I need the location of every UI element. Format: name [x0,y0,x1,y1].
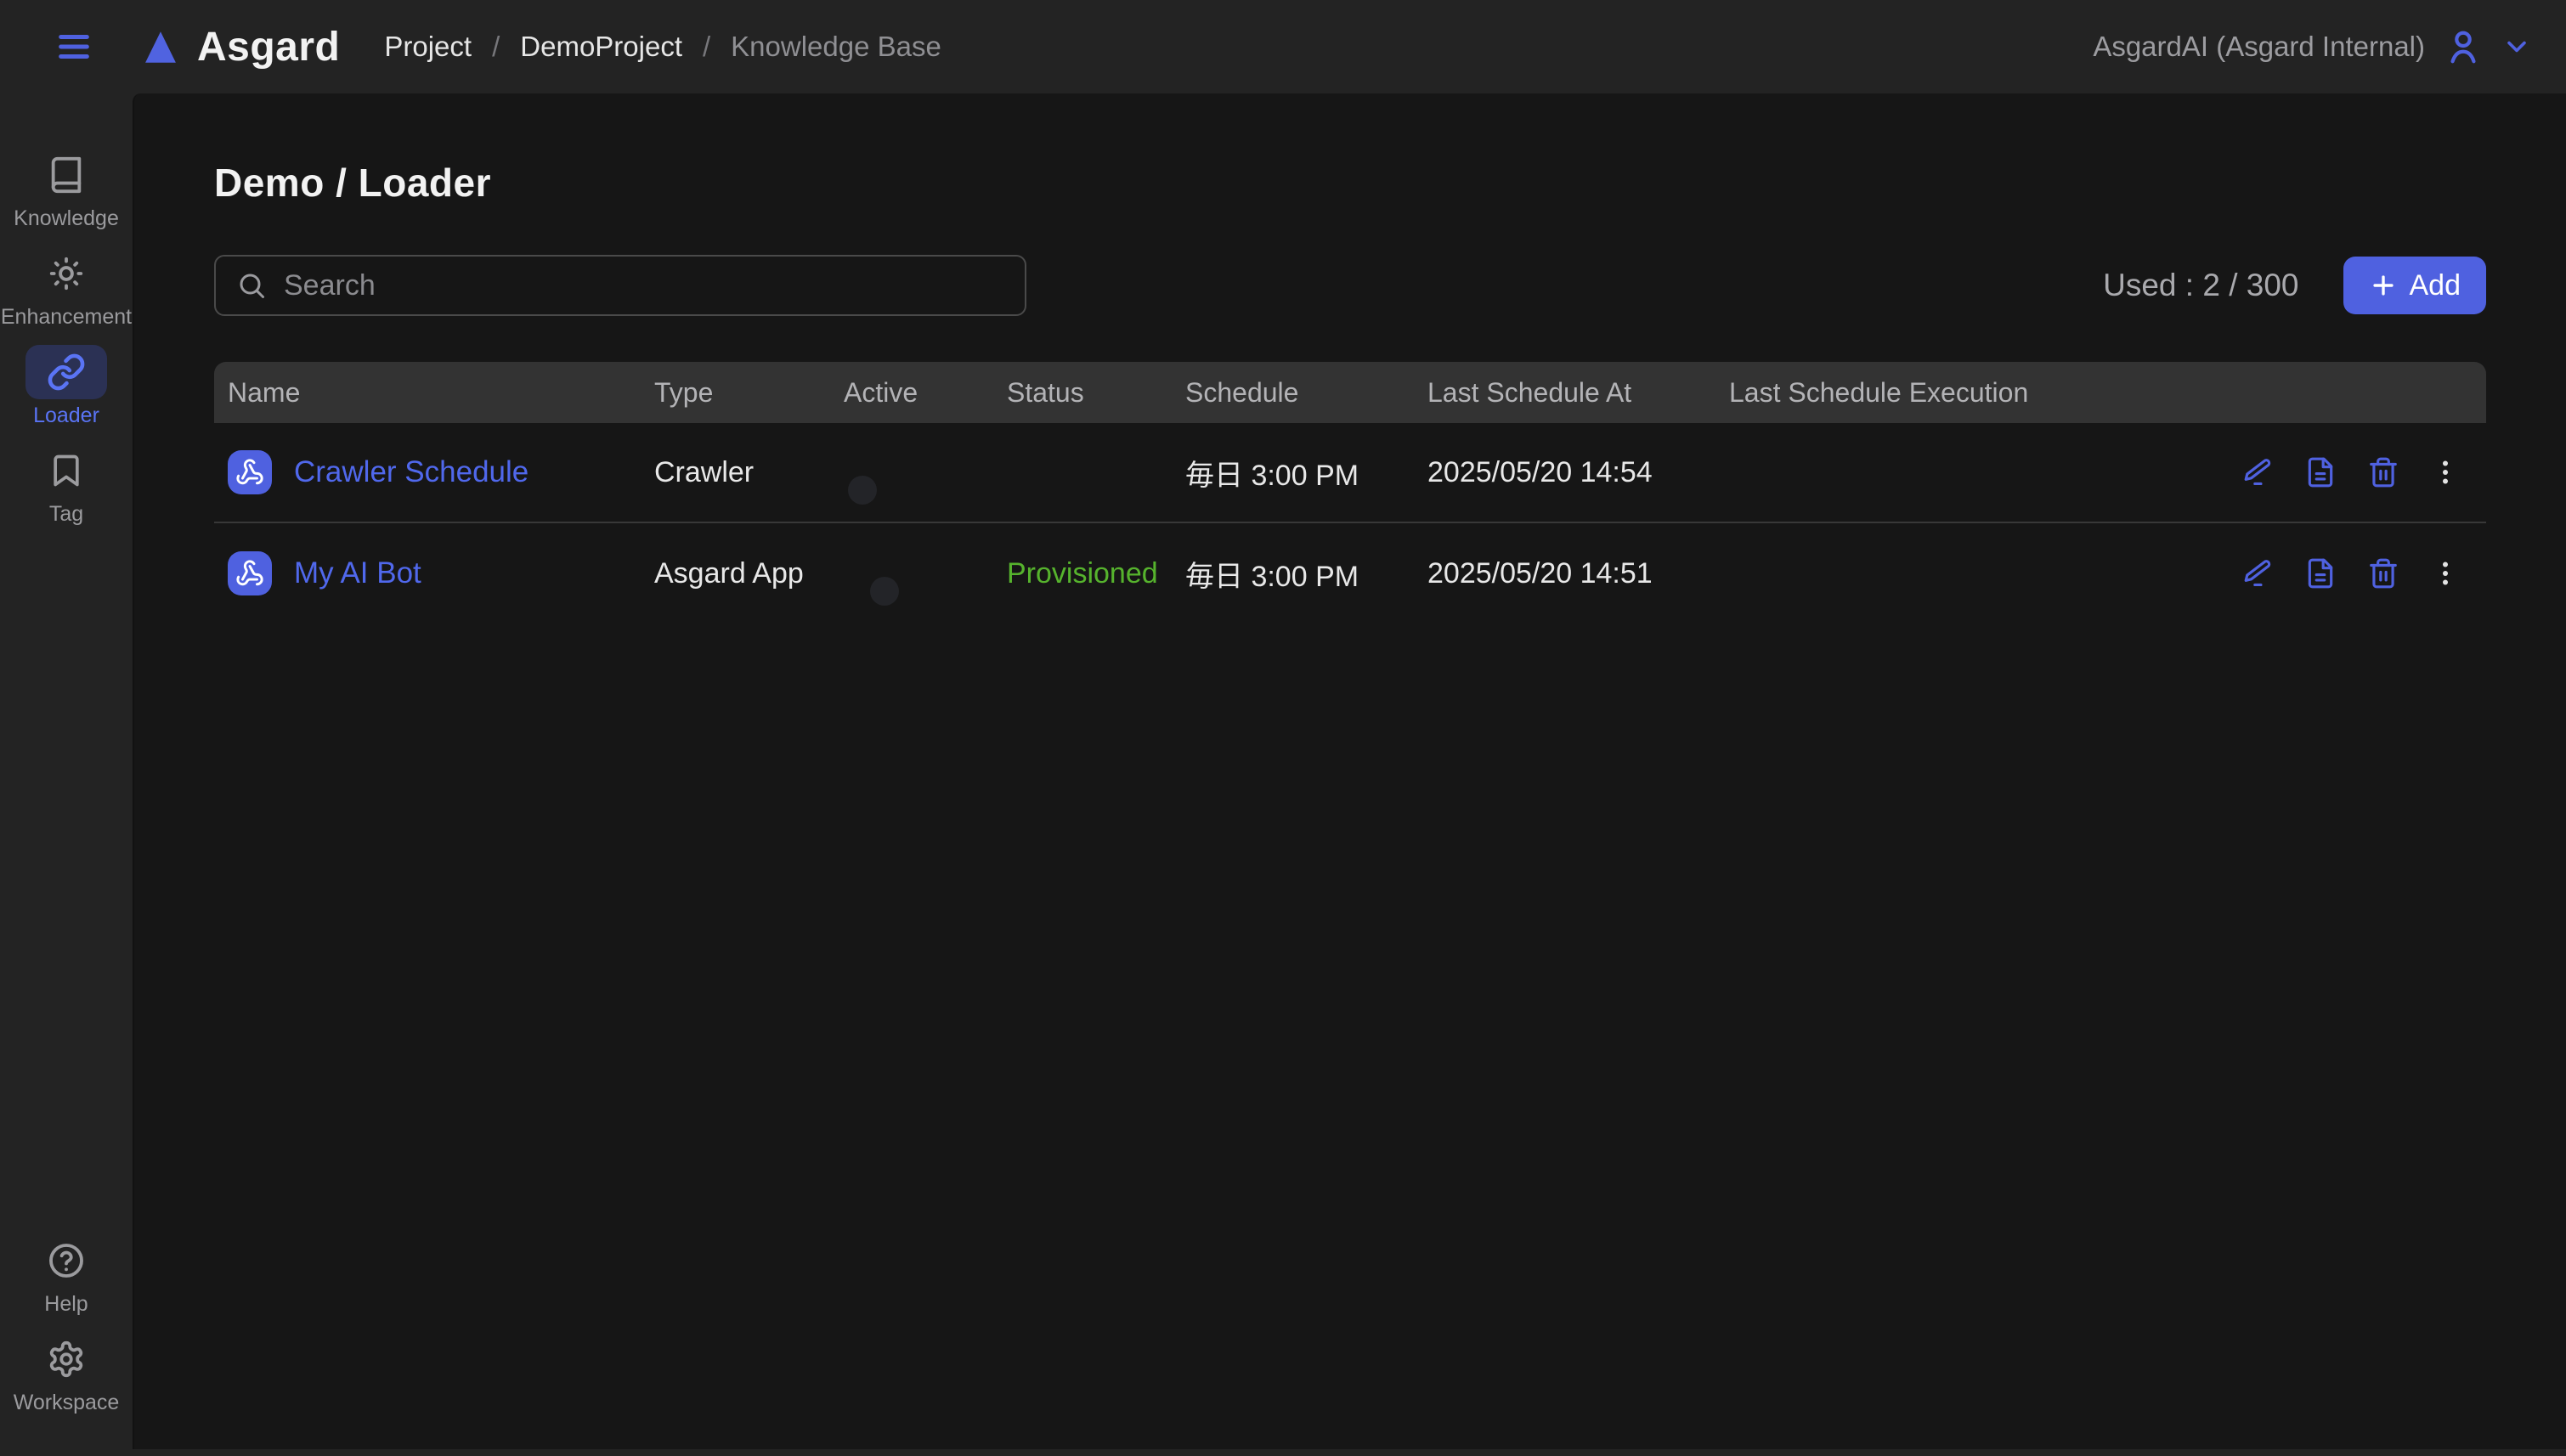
sidebar-item-loader[interactable]: Loader [0,345,133,428]
column-header-active: Active [844,377,1007,409]
search-icon [236,270,267,301]
row-last-schedule-at: 2025/05/20 14:54 [1427,456,1729,489]
main-content: Demo / Loader Used : 2 / 300 Add Name Ty… [133,93,2566,1449]
breadcrumb: Project / DemoProject / Knowledge Base [384,31,941,63]
plus-icon [2369,271,2398,300]
row-schedule: 毎日 3:00 PM [1185,553,1427,595]
toggle-knob [870,577,899,606]
book-icon [25,148,107,202]
row-schedule: 毎日 3:00 PM [1185,452,1427,494]
bookmark-icon [25,443,107,498]
toolbar-right: Used : 2 / 300 Add [2103,257,2486,314]
search-box[interactable] [214,255,1026,316]
sidebar-item-label: Tag [49,501,83,527]
sidebar-item-knowledge[interactable]: Knowledge [0,148,133,231]
breadcrumb-separator: / [703,31,710,63]
column-header-last-schedule-at: Last Schedule At [1427,377,1729,409]
breadcrumb-knowledge-base[interactable]: Knowledge Base [731,31,941,63]
column-header-name: Name [214,377,654,409]
sidebar-item-label: Loader [33,403,99,428]
usage-counter: Used : 2 / 300 [2103,268,2298,303]
row-last-schedule-at: 2025/05/20 14:51 [1427,557,1729,590]
top-bar: Asgard Project / DemoProject / Knowledge… [0,0,2566,93]
user-icon[interactable] [2444,27,2483,66]
toolbar: Used : 2 / 300 Add [214,255,2486,316]
column-header-last-schedule-execution: Last Schedule Execution [1729,377,2231,409]
webhook-icon [228,450,272,494]
document-icon[interactable] [2303,556,2338,591]
row-status: Provisioned [1007,557,1185,590]
add-button-label: Add [2410,269,2461,302]
menu-icon[interactable] [49,22,99,71]
edit-icon[interactable] [2240,454,2275,490]
column-header-type: Type [654,377,844,409]
document-icon[interactable] [2303,454,2338,490]
app-name: Asgard [197,24,340,71]
breadcrumb-separator: / [492,31,500,63]
add-button[interactable]: Add [2343,257,2487,314]
chevron-down-icon[interactable] [2501,31,2532,62]
loader-table: Name Type Active Status Schedule Last Sc… [214,362,2486,624]
table-header-row: Name Type Active Status Schedule Last Sc… [214,362,2486,423]
gear-icon [25,1332,107,1386]
sidebar-item-enhancement[interactable]: Enhancement [0,246,133,330]
sidebar-item-label: Knowledge [14,206,119,231]
search-input[interactable] [284,269,1004,302]
row-name-link[interactable]: My AI Bot [294,556,421,590]
user-label: AsgardAI (Asgard Internal) [2093,31,2425,63]
help-circle-icon [25,1233,107,1288]
trash-icon[interactable] [2365,556,2401,591]
row-type: Asgard App [654,557,844,590]
toggle-knob [848,476,877,505]
sidebar-item-tag[interactable]: Tag [0,443,133,527]
sidebar-item-label: Enhancement [1,304,132,330]
sidebar-item-label: Help [44,1291,88,1317]
column-header-status: Status [1007,377,1185,409]
app-logo[interactable]: Asgard [139,24,340,71]
row-name-link[interactable]: Crawler Schedule [294,455,528,489]
webhook-icon [228,551,272,595]
kebab-menu-icon[interactable] [2428,556,2462,590]
page-title: Demo / Loader [214,160,2486,206]
logo-triangle-icon [139,25,182,68]
sidebar-item-label: Workspace [14,1390,120,1415]
link-icon [25,345,107,399]
sidebar: Knowledge Enhancement Loader Tag Help Wo… [0,93,133,1456]
breadcrumb-demoproject[interactable]: DemoProject [520,31,682,63]
user-area: AsgardAI (Asgard Internal) [2093,27,2532,66]
sidebar-item-help[interactable]: Help [0,1233,133,1317]
edit-icon[interactable] [2240,556,2275,591]
kebab-menu-icon[interactable] [2428,455,2462,489]
trash-icon[interactable] [2365,454,2401,490]
table-row: My AI Bot Asgard App Provisioned 毎日 3:00… [214,523,2486,624]
sun-icon [25,246,107,301]
sidebar-item-workspace[interactable]: Workspace [0,1332,133,1415]
row-type: Crawler [654,456,844,489]
column-header-schedule: Schedule [1185,377,1427,409]
table-row: Crawler Schedule Crawler 毎日 3:00 PM 2025… [214,423,2486,523]
breadcrumb-project[interactable]: Project [384,31,472,63]
